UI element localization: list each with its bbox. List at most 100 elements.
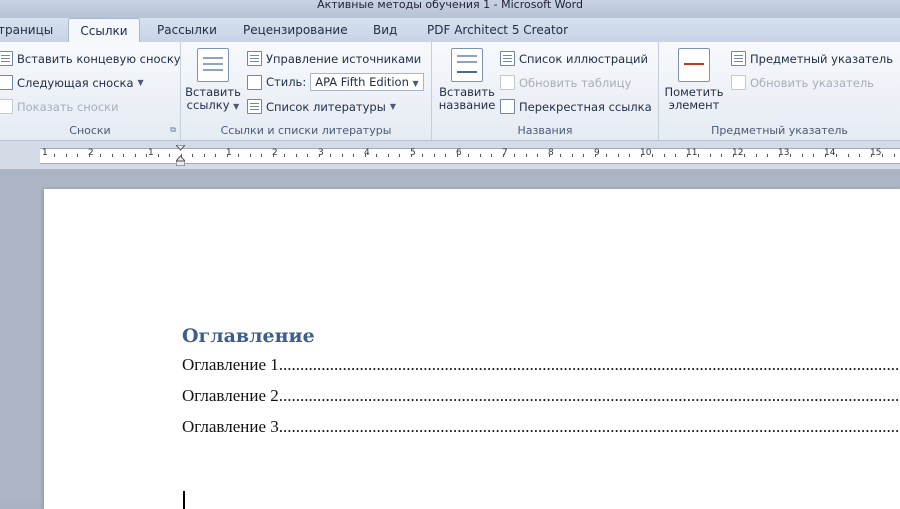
mark-entry-button[interactable]: Пометить элемент: [663, 48, 725, 112]
insert-caption-button[interactable]: Вставить название: [436, 48, 498, 112]
document-page[interactable]: Оглавление Оглавление 1.................…: [44, 189, 900, 509]
tab-view[interactable]: Вид: [373, 18, 397, 42]
next-footnote-button[interactable]: Следующая сноска ▼: [0, 75, 144, 90]
ruler-tick: [571, 154, 573, 157]
insert-citation-button[interactable]: Вставить ссылку ▼: [185, 48, 241, 113]
group-captions: Вставить название Список иллюстраций Обн…: [432, 42, 659, 140]
index-icon: [731, 51, 746, 66]
ruler-tick: [479, 154, 481, 157]
style-combobox[interactable]: APA Fifth Edition ▼: [310, 73, 424, 91]
ruler-tick: [491, 154, 492, 157]
ruler-tick: [732, 154, 734, 157]
ruler-tick: [353, 154, 354, 157]
ruler-tick: [215, 154, 216, 157]
endnote-icon: [0, 51, 13, 66]
ruler-tick: [882, 154, 883, 157]
ruler-tick: [652, 154, 653, 157]
ruler-tick: [65, 154, 67, 157]
tab-page-layout[interactable]: траницы: [0, 18, 53, 42]
group-footnotes: Вставить концевую сноску Следующая сноск…: [0, 42, 181, 140]
dialog-launcher-icon[interactable]: ⧉: [170, 125, 176, 135]
toc-heading: Оглавление: [182, 325, 315, 347]
ruler-tick: [261, 154, 262, 157]
group-citations: Вставить ссылку ▼ Управление источниками…: [181, 42, 432, 140]
ruler-tick: [801, 154, 803, 157]
ruler-tick: [502, 154, 504, 157]
ruler-tick: [583, 154, 584, 157]
tab-pdf-architect[interactable]: PDF Architect 5 Creator: [427, 18, 568, 42]
chevron-down-icon: ▼: [137, 78, 144, 87]
insert-endnote-button[interactable]: Вставить концевую сноску: [0, 51, 181, 66]
indent-marker-icon[interactable]: [176, 145, 185, 166]
ribbon-tabs: траницы Ссылки Рассылки Рецензирование В…: [0, 18, 900, 44]
ruler-tick: [778, 154, 780, 157]
ruler-tick: [410, 154, 412, 157]
ruler-tick: [111, 154, 113, 157]
chevron-down-icon: ▼: [233, 102, 240, 111]
ruler-tick: [525, 154, 527, 157]
ruler-tick: [134, 154, 136, 157]
manage-sources-button[interactable]: Управление источниками: [247, 51, 421, 66]
ruler-tick: [767, 154, 768, 157]
ruler-tick: [859, 154, 860, 157]
toc-entry[interactable]: Оглавление 3............................…: [182, 417, 900, 437]
mark-entry-icon: [678, 48, 710, 82]
toc-entry[interactable]: Оглавление 2............................…: [182, 386, 900, 406]
ruler-tick: [341, 154, 343, 157]
table-of-figures-button[interactable]: Список иллюстраций: [500, 51, 648, 66]
ruler-tick: [698, 154, 699, 157]
tab-review[interactable]: Рецензирование: [243, 18, 348, 42]
ruler-tick: [847, 154, 849, 157]
update-table-button[interactable]: Обновить таблицу: [500, 75, 631, 90]
bibliography-button[interactable]: Список литературы ▼: [247, 99, 396, 114]
tab-references[interactable]: Ссылки: [68, 18, 140, 44]
ruler-tick: [709, 154, 711, 157]
ruler-tick: [318, 154, 320, 157]
ruler-tick: [238, 154, 239, 157]
ruler-tick: [157, 154, 159, 157]
ruler-tick: [640, 154, 642, 157]
style-selector[interactable]: Стиль: APA Fifth Edition ▼: [247, 73, 424, 91]
chevron-down-icon: ▼: [412, 79, 419, 88]
show-notes-button[interactable]: Показать сноски: [0, 99, 119, 114]
ruler-number: 1: [148, 148, 154, 158]
ruler-tick: [387, 154, 389, 157]
ruler-tick: [468, 154, 469, 157]
ruler-tick: [790, 154, 791, 157]
ruler-tick: [169, 154, 170, 157]
table-of-figures-icon: [500, 51, 515, 66]
group-index: Пометить элемент Предметный указатель Об…: [659, 42, 900, 140]
update-index-button[interactable]: Обновить указатель: [731, 75, 874, 90]
ruler-tick: [54, 154, 55, 157]
ruler-tick: [376, 154, 377, 157]
toc-entry[interactable]: Оглавление 1............................…: [182, 355, 900, 375]
ruler-tick: [548, 154, 550, 157]
ruler-tick: [399, 154, 400, 157]
ruler-tick: [445, 154, 446, 157]
ruler-number: 1: [42, 148, 48, 158]
ruler-tick: [560, 154, 561, 157]
show-notes-icon: [0, 99, 13, 114]
cross-reference-icon: [500, 99, 515, 114]
ruler-number: 10: [640, 148, 652, 158]
ruler-tick: [100, 154, 101, 157]
group-label-footnotes: Сноски: [69, 124, 111, 137]
ruler-tick: [755, 154, 757, 157]
ruler-number: 13: [778, 148, 790, 158]
cross-reference-button[interactable]: Перекрестная ссылка: [500, 99, 652, 114]
caption-icon: [451, 48, 483, 82]
ruler-tick: [203, 154, 205, 157]
ruler-tick: [272, 154, 274, 157]
ruler-tick: [744, 154, 745, 157]
ruler-tick: [629, 154, 630, 157]
text-cursor: [183, 491, 185, 509]
ruler-tick: [686, 154, 688, 157]
ruler-number: 14: [824, 148, 836, 158]
insert-index-button[interactable]: Предметный указатель: [731, 51, 893, 66]
ruler-tick: [870, 154, 872, 157]
horizontal-ruler[interactable]: 1 2 1 1 2 3 4 5 6 7 8 9 10 11 12 13 14 15: [0, 141, 900, 169]
tab-mailings[interactable]: Рассылки: [157, 18, 217, 42]
window-title: Активные методы обучения 1 - Microsoft W…: [317, 0, 583, 11]
ruler-tick: [836, 154, 837, 157]
ruler-tick: [88, 154, 90, 157]
